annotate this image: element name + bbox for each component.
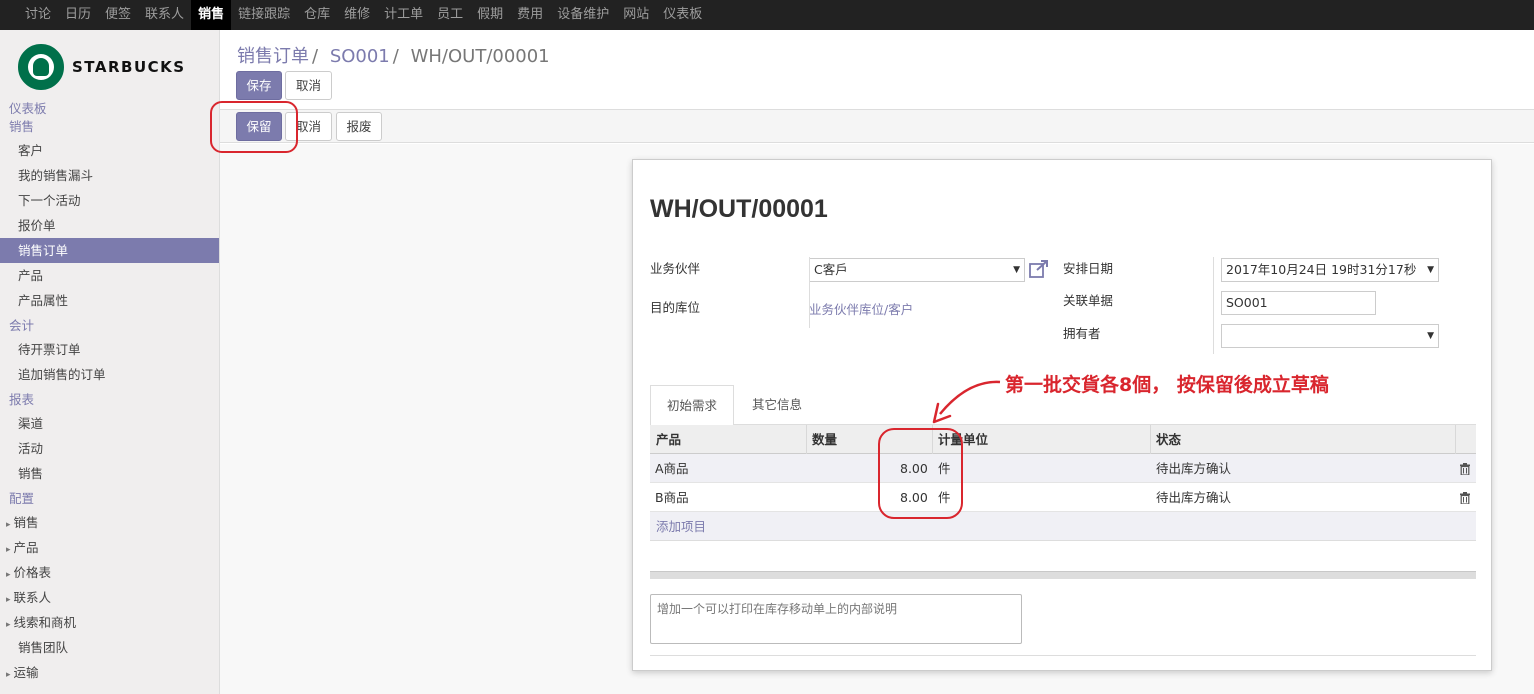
record-title: WH/OUT/00001 [650, 195, 828, 223]
table-row[interactable]: B商品 8.00 件 待出库方确认 [650, 483, 1476, 512]
logo-text: STARBUCKS [72, 58, 186, 76]
external-link-icon[interactable] [1029, 260, 1049, 278]
sidebar-item[interactable]: 销售 [0, 461, 219, 486]
sidebar: STARBUCKS 仪表板 销售 客户 我的销售漏斗 下一个活动 报价单 销售订单 产品 产品属… [0, 30, 220, 694]
sidebar-item[interactable]: 追加销售的订单 [0, 362, 219, 387]
column-state[interactable]: 状态 [1156, 425, 1181, 454]
sidebar-item[interactable]: 下一个活动 [0, 188, 219, 213]
move-lines-table: 产品 数量 计量单位 状态 A商品 8.00 件 待出库方确认 B商品 8.00… [650, 425, 1476, 541]
highlight-reserve-circle [210, 101, 298, 153]
sidebar-item[interactable]: 渠道 [0, 411, 219, 436]
sidebar-item[interactable]: 产品 [0, 263, 219, 288]
row-state: 待出库方确认 [1156, 461, 1232, 476]
owner-label: 拥有者 [1063, 326, 1101, 341]
partner-value: C客戶 [814, 262, 848, 277]
sidebar-item[interactable]: 联系人 [0, 585, 219, 610]
column-quantity[interactable]: 数量 [812, 425, 837, 454]
sidebar-menu: 仪表板 销售 客户 我的销售漏斗 下一个活动 报价单 销售订单 产品 产品属性 会计 待开票订单 追加… [0, 100, 219, 685]
top-menu-item[interactable]: 员工 [430, 0, 470, 30]
save-button[interactable]: 保存 [236, 71, 282, 100]
company-logo[interactable]: STARBUCKS [18, 44, 186, 90]
top-menu-item[interactable]: 讨论 [18, 0, 58, 30]
scheduled-date-label: 安排日期 [1063, 261, 1114, 276]
owner-select[interactable]: ▼ [1221, 324, 1439, 348]
breadcrumb-so001[interactable]: SO001 [330, 46, 390, 67]
sidebar-item[interactable]: 活动 [0, 436, 219, 461]
tab-other-info[interactable]: 其它信息 [736, 385, 818, 425]
row-state: 待出库方确认 [1156, 490, 1232, 505]
partner-select[interactable]: C客戶 ▼ [809, 258, 1025, 282]
top-menu-item[interactable]: 日历 [58, 0, 98, 30]
annotation-arrow-icon [932, 380, 1001, 424]
destination-value[interactable]: 业务伙伴库位/客户 [809, 299, 913, 318]
sidebar-item[interactable]: 待开票订单 [0, 337, 219, 362]
table-header: 产品 数量 计量单位 状态 [650, 425, 1476, 454]
top-menu-item[interactable]: 网站 [616, 0, 656, 30]
sidebar-item[interactable]: 产品 [0, 535, 219, 560]
top-menu-item[interactable]: 计工单 [377, 0, 430, 30]
field-separator [809, 257, 810, 328]
status-bar [220, 110, 1534, 143]
sidebar-item[interactable]: 价格表 [0, 560, 219, 585]
chevron-down-icon: ▼ [1427, 331, 1434, 341]
form-sheet: WH/OUT/00001 业务伙伴 C客戶 ▼ 目的库位 业务伙伴库位/客户 安… [632, 159, 1492, 671]
table-footer-bar [650, 571, 1476, 579]
sidebar-section-reports[interactable]: 报表 [0, 391, 219, 409]
scheduled-date-input[interactable]: 2017年10月24日 19时31分17秒 ▼ [1221, 258, 1439, 282]
source-document-label: 关联单据 [1063, 293, 1114, 308]
scrap-button[interactable]: 报废 [336, 112, 382, 141]
top-menu-item[interactable]: 仪表板 [656, 0, 709, 30]
top-menu-bar: 讨论 日历 便签 联系人 销售 链接跟踪 仓库 维修 计工单 员工 假期 费用 设备维护 网站 仪表板 [0, 0, 1534, 30]
field-separator [1213, 257, 1214, 354]
column-product[interactable]: 产品 [656, 425, 681, 454]
internal-note-textarea[interactable]: 增加一个可以打印在库存移动单上的内部说明 [650, 594, 1022, 644]
tab-initial-demand[interactable]: 初始需求 [650, 385, 735, 426]
sidebar-item[interactable]: 运输 [0, 660, 219, 685]
sheet-bottom-divider [650, 655, 1476, 656]
sidebar-item[interactable]: 我的销售漏斗 [0, 163, 219, 188]
chevron-down-icon: ▼ [1013, 265, 1020, 275]
breadcrumb-sales-orders[interactable]: 销售订单 [237, 46, 309, 67]
table-row[interactable]: A商品 8.00 件 待出库方确认 [650, 454, 1476, 483]
top-menu-item[interactable]: 联系人 [138, 0, 191, 30]
sidebar-section-config[interactable]: 配置 [0, 490, 219, 508]
top-menu-item[interactable]: 维修 [337, 0, 377, 30]
source-document-input[interactable]: SO001 [1221, 291, 1376, 315]
chevron-down-icon: ▼ [1427, 265, 1434, 275]
top-menu-item[interactable]: 销售 [191, 0, 232, 30]
sidebar-item[interactable]: 产品属性 [0, 288, 219, 313]
scheduled-date-value: 2017年10月24日 19时31分17秒 [1226, 262, 1417, 277]
trash-icon[interactable] [1460, 463, 1470, 475]
discard-button[interactable]: 取消 [285, 71, 332, 100]
breadcrumb: 销售订单 / SO001/ WH/OUT/00001 [237, 46, 550, 67]
sidebar-section-accounting[interactable]: 会计 [0, 317, 219, 335]
highlight-quantity-circle [878, 428, 963, 519]
destination-label: 目的库位 [650, 300, 701, 315]
row-product: B商品 [655, 490, 689, 505]
top-menu-item[interactable]: 假期 [470, 0, 510, 30]
partner-label: 业务伙伴 [650, 261, 701, 276]
top-menu-item[interactable]: 便签 [98, 0, 138, 30]
sidebar-item[interactable]: 客户 [0, 138, 219, 163]
top-menu-item[interactable]: 设备维护 [550, 0, 616, 30]
row-product: A商品 [655, 461, 689, 476]
source-document-value: SO001 [1226, 295, 1268, 310]
sidebar-dashboard[interactable]: 仪表板 [0, 100, 219, 118]
top-menu-item[interactable]: 费用 [510, 0, 550, 30]
sidebar-item[interactable]: 销售 [0, 510, 219, 535]
sidebar-item[interactable]: 销售订单 [0, 238, 219, 263]
top-menu-item[interactable]: 链接跟踪 [231, 0, 297, 30]
trash-icon[interactable] [1460, 492, 1470, 504]
top-menu-item[interactable]: 仓库 [297, 0, 337, 30]
sidebar-item[interactable]: 销售团队 [0, 635, 219, 660]
add-item-link[interactable]: 添加项目 [650, 512, 1476, 541]
sidebar-section-sales[interactable]: 销售 [0, 118, 219, 136]
breadcrumb-current: WH/OUT/00001 [410, 46, 550, 67]
sidebar-item[interactable]: 线索和商机 [0, 610, 219, 635]
annotation-text: 第一批交貨各8個， 按保留後成立草稿 [1005, 374, 1329, 396]
sidebar-item[interactable]: 报价单 [0, 213, 219, 238]
siren-logo-icon [18, 44, 64, 90]
